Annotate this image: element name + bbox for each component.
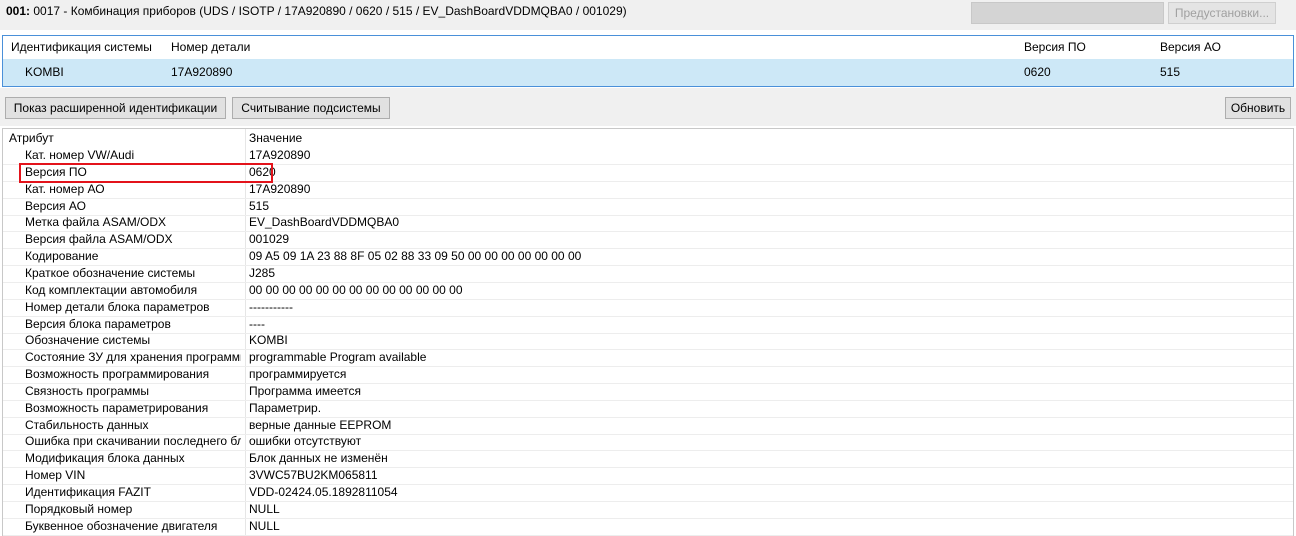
system-table-header: Идентификация системы Номер детали Верси… xyxy=(3,36,1293,58)
attribute-value: 17A920890 xyxy=(249,181,311,196)
attributes-table: Атрибут Значение Кат. номер VW/Audi 17A92… xyxy=(2,128,1294,536)
system-identification-table: Идентификация системы Номер детали Верси… xyxy=(2,35,1294,87)
attribute-name: Обозначение системы xyxy=(25,333,151,348)
attribute-name: Идентификация FAZIT xyxy=(25,485,151,499)
col-attribute[interactable]: Атрибут xyxy=(9,131,54,145)
refresh-button[interactable]: Обновить xyxy=(1225,97,1291,119)
table-row[interactable]: Кат. номер АО 17A920890 xyxy=(3,181,1293,199)
attribute-value: Параметрир. xyxy=(249,400,322,415)
ecu-description: 0017 - Комбинация приборов (UDS / ISOTP … xyxy=(30,4,627,18)
table-row[interactable]: Кодирование 09 A5 09 1A 23 88 8F 05 02 88… xyxy=(3,248,1293,267)
attribute-name: Номер VIN xyxy=(25,468,86,483)
table-row[interactable]: Буквенное обозначение двигателя NULL xyxy=(3,518,1293,536)
header-input[interactable] xyxy=(971,2,1164,24)
attribute-name: Кат. номер АО xyxy=(25,181,105,196)
table-row[interactable]: Версия АО 515 xyxy=(3,198,1293,216)
attribute-name: Возможность параметрирования xyxy=(25,400,209,415)
hw-version-cell: 515 xyxy=(1160,65,1181,79)
col-hw-version[interactable]: Версия АО xyxy=(1160,40,1221,54)
ecu-title: 001: 0017 - Комбинация приборов (UDS / I… xyxy=(6,4,627,18)
attribute-value: Программа имеется xyxy=(249,383,361,398)
attribute-value: KOMBI xyxy=(249,333,288,348)
attribute-name: Связность программы xyxy=(25,383,149,398)
attribute-name: Стабильность данных xyxy=(25,417,149,432)
col-system-id[interactable]: Идентификация системы xyxy=(11,40,152,54)
ecu-address: 001: xyxy=(6,4,31,18)
attributes-header: Атрибут Значение xyxy=(3,129,1293,146)
attribute-value: NULL xyxy=(249,501,280,516)
table-row[interactable]: Версия ПО 0620 xyxy=(3,164,1293,182)
attribute-name: Ошибка при скачивании последнего блока xyxy=(25,434,241,449)
table-row[interactable]: Код комплектации автомобиля 00 00 00 00 0… xyxy=(3,282,1293,300)
attribute-name: Возможность программирования xyxy=(25,367,210,382)
attribute-name: Кодирование xyxy=(25,249,99,264)
attribute-value: ----------- xyxy=(249,299,293,314)
attribute-value: programmable Program available xyxy=(249,350,427,365)
attribute-value: ошибки отсутствуют xyxy=(249,434,362,449)
attribute-value: VDD-02424.05.1892811054 xyxy=(249,485,398,499)
read-subsystem-button[interactable]: Считывание подсистемы xyxy=(232,97,390,119)
attribute-name: Кат. номер VW/Audi xyxy=(25,148,135,162)
col-part-number[interactable]: Номер детали xyxy=(171,40,250,54)
col-value[interactable]: Значение xyxy=(249,131,302,145)
col-sw-version[interactable]: Версия ПО xyxy=(1024,40,1086,54)
attribute-value: 515 xyxy=(249,198,270,213)
attribute-name: Версия файла ASAM/ODX xyxy=(25,232,173,247)
table-row[interactable]: Возможность программирования программируе… xyxy=(3,366,1293,385)
table-row[interactable]: Состояние ЗУ для хранения программы progr… xyxy=(3,349,1293,368)
table-row[interactable]: Модификация блока данных Блок данных не и… xyxy=(3,450,1293,469)
attribute-value: 0620 xyxy=(249,164,276,179)
table-row[interactable]: Порядковый номер NULL xyxy=(3,501,1293,519)
attribute-value: J285 xyxy=(249,265,276,280)
window-header: 001: 0017 - Комбинация приборов (UDS / I… xyxy=(0,0,1296,30)
attribute-value: верные данные EEPROM xyxy=(249,417,392,432)
attribute-name: Версия блока параметров xyxy=(25,316,171,331)
part-number-cell: 17A920890 xyxy=(171,65,233,79)
attribute-name: Код комплектации автомобиля xyxy=(25,282,198,297)
attribute-name: Состояние ЗУ для хранения программы xyxy=(25,350,241,365)
attribute-value: NULL xyxy=(249,518,280,533)
table-row[interactable]: Кат. номер VW/Audi 17A920890 xyxy=(3,147,1293,165)
table-row[interactable]: Ошибка при скачивании последнего блока ош… xyxy=(3,433,1293,452)
table-row[interactable]: Версия файла ASAM/ODX 001029 xyxy=(3,231,1293,250)
table-row[interactable]: Обозначение системы KOMBI xyxy=(3,332,1293,351)
system-id-cell: KOMBI xyxy=(25,65,64,79)
system-row-kombi[interactable]: KOMBI 17A920890 0620 515 xyxy=(3,59,1293,86)
attribute-value: 3VWC57BU2KM065811 xyxy=(249,468,378,483)
extended-identification-button[interactable]: Показ расширенной идентификации xyxy=(5,97,226,119)
table-row[interactable]: Возможность параметрирования Параметрир. xyxy=(3,400,1293,418)
attribute-name: Метка файла ASAM/ODX xyxy=(25,215,167,230)
attribute-name: Краткое обозначение системы xyxy=(25,265,196,280)
attribute-value: 09 A5 09 1A 23 88 8F 05 02 88 33 09 50 0… xyxy=(249,249,582,264)
attribute-name: Порядковый номер xyxy=(25,501,133,516)
attribute-value: программируется xyxy=(249,367,347,382)
sw-version-cell: 0620 xyxy=(1024,65,1051,79)
attribute-name: Версия АО xyxy=(25,198,86,213)
attribute-value: 001029 xyxy=(249,232,290,247)
table-row[interactable]: Связность программы Программа имеется xyxy=(3,383,1293,401)
table-row[interactable]: Номер VIN 3VWC57BU2KM065811 xyxy=(3,467,1293,486)
attribute-name: Модификация блока данных xyxy=(25,451,185,466)
table-row[interactable]: Стабильность данных верные данные EEPROM xyxy=(3,417,1293,435)
attribute-value: 17A920890 xyxy=(249,148,311,162)
attribute-value: Блок данных не изменён xyxy=(249,451,388,466)
attribute-value: EV_DashBoardVDDMQBA0 xyxy=(249,215,400,230)
attribute-name: Буквенное обозначение двигателя xyxy=(25,518,218,533)
table-row[interactable]: Версия блока параметров ---- xyxy=(3,316,1293,334)
presets-button[interactable]: Предустановки... xyxy=(1168,2,1276,24)
table-row[interactable]: Краткое обозначение системы J285 xyxy=(3,265,1293,283)
attribute-name: Номер детали блока параметров xyxy=(25,299,210,314)
table-row[interactable]: Идентификация FAZIT VDD-02424.05.18928110… xyxy=(3,484,1293,502)
table-row[interactable]: Номер детали блока параметров ----------- xyxy=(3,299,1293,317)
attribute-value: ---- xyxy=(249,316,265,331)
attribute-name: Версия ПО xyxy=(25,164,87,179)
table-row[interactable]: Метка файла ASAM/ODX EV_DashBoardVDDMQBA0 xyxy=(3,214,1293,233)
attribute-value: 00 00 00 00 00 00 00 00 00 00 00 00 00 xyxy=(249,282,463,297)
